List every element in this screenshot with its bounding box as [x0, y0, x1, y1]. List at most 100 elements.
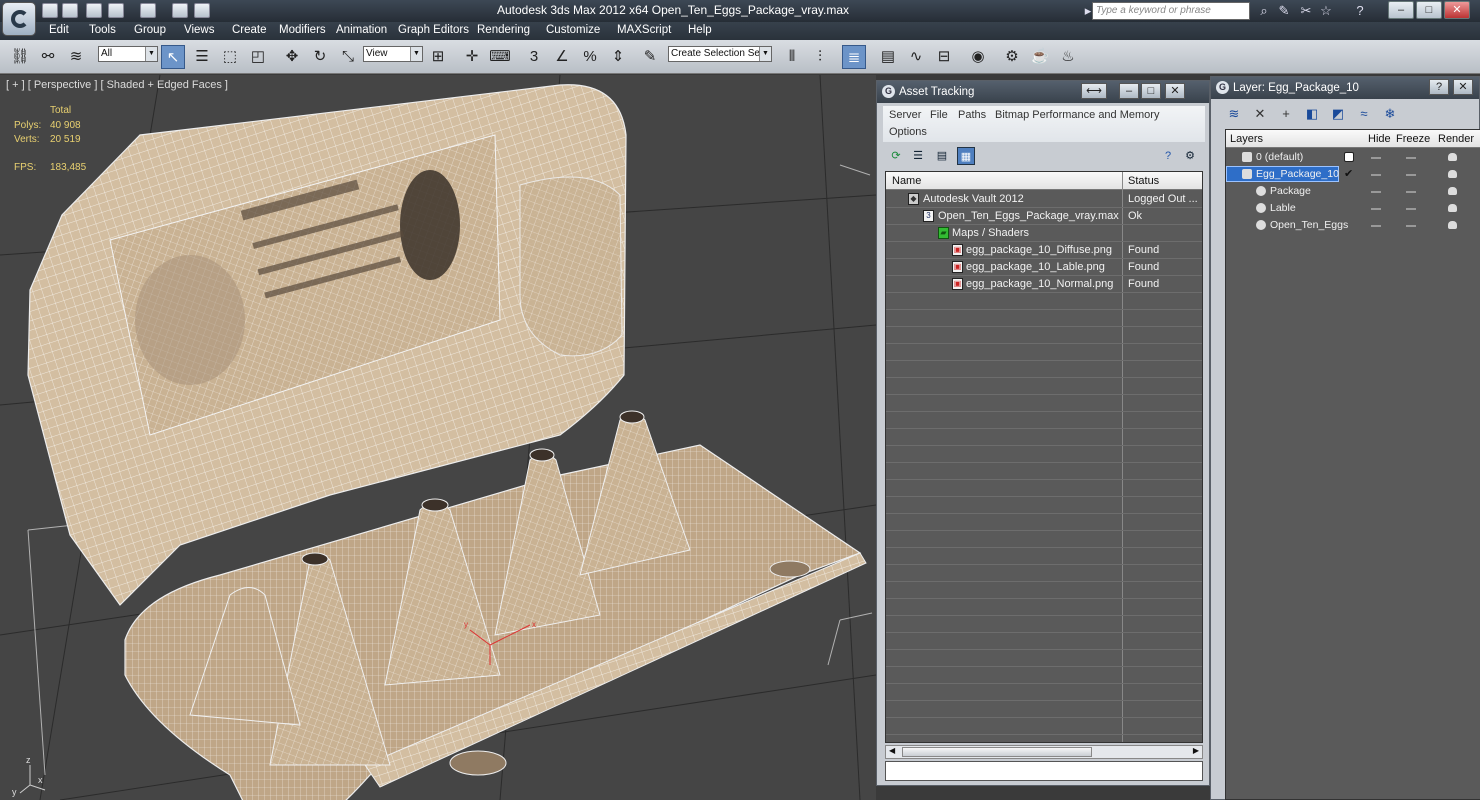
- table-row[interactable]: 3 Open_Ten_Eggs_Package_vray.max Ok: [886, 208, 1202, 225]
- unlink-icon[interactable]: ⚯: [36, 45, 60, 69]
- layer-row[interactable]: Lable: [1226, 200, 1480, 217]
- binoculars-icon[interactable]: ⌕: [1256, 3, 1272, 19]
- menu-group[interactable]: Group: [134, 24, 166, 36]
- percent-snap-icon[interactable]: %: [578, 45, 602, 69]
- hide-toggle[interactable]: [1371, 208, 1381, 210]
- menu-maxscript[interactable]: MAXScript: [617, 24, 671, 36]
- settings-icon[interactable]: ⚙: [1181, 147, 1199, 165]
- render-teapot-icon[interactable]: [1448, 170, 1457, 178]
- list-view-icon[interactable]: ☰: [909, 147, 927, 165]
- table-row[interactable]: ▣ egg_package_10_Lable.png Found: [886, 259, 1202, 276]
- table-row[interactable]: ▣ egg_package_10_Normal.png Found: [886, 276, 1202, 293]
- menu-customize[interactable]: Customize: [546, 24, 600, 36]
- horizontal-scrollbar[interactable]: ◀ ▶: [885, 745, 1203, 759]
- reference-coordinate-dropdown[interactable]: View ▼: [363, 46, 423, 62]
- close-button[interactable]: ✕: [1453, 79, 1473, 95]
- table-row[interactable]: ▰ Maps / Shaders: [886, 225, 1202, 242]
- hide-toggle[interactable]: [1371, 174, 1381, 176]
- material-editor-icon[interactable]: ◉: [966, 45, 990, 69]
- asset-tracking-titlebar[interactable]: G Asset Tracking ⟷ – □ ✕: [877, 81, 1209, 103]
- render-production-icon[interactable]: ♨: [1056, 45, 1080, 69]
- curve-editor-icon[interactable]: ∿: [904, 45, 928, 69]
- scrollbar-thumb[interactable]: [902, 747, 1092, 757]
- minimize-button[interactable]: –: [1119, 83, 1139, 99]
- favorites-star-icon[interactable]: ☆: [1318, 3, 1334, 19]
- edit-named-selection-icon[interactable]: ✎: [638, 45, 662, 69]
- layer-properties-icon[interactable]: ≋: [1225, 105, 1243, 123]
- snaps-toggle-icon[interactable]: 3: [522, 45, 546, 69]
- selection-filter-dropdown[interactable]: All ▼: [98, 46, 158, 62]
- communication-center-icon[interactable]: ✎: [1276, 3, 1292, 19]
- pivot-center-icon[interactable]: ⊞: [426, 45, 450, 69]
- column-hide-header[interactable]: Hide: [1368, 133, 1391, 145]
- search-input[interactable]: Type a keyword or phrase: [1092, 2, 1250, 20]
- select-and-scale-icon[interactable]: ⤡: [336, 45, 360, 69]
- schematic-view-icon[interactable]: ⊟: [932, 45, 956, 69]
- freeze-unfreeze-all-icon[interactable]: ❄: [1381, 105, 1399, 123]
- add-to-layer-icon[interactable]: +: [1277, 105, 1295, 123]
- render-teapot-icon[interactable]: [1448, 204, 1457, 212]
- freeze-toggle[interactable]: [1406, 157, 1416, 159]
- perspective-viewport[interactable]: y x x y z [ + ] [ Perspective ] [ Shaded…: [0, 75, 876, 800]
- menu-rendering[interactable]: Rendering: [477, 24, 530, 36]
- select-object-icon[interactable]: ↖: [161, 45, 185, 69]
- checkmark-icon[interactable]: ✔: [1344, 167, 1353, 180]
- graphite-ribbon-icon[interactable]: ▤: [876, 45, 900, 69]
- column-name-header[interactable]: Name: [892, 175, 921, 187]
- select-and-link-icon[interactable]: ⛓: [8, 45, 32, 69]
- freeze-toggle[interactable]: [1406, 191, 1416, 193]
- select-and-manipulate-icon[interactable]: ✛: [460, 45, 484, 69]
- spinner-snap-icon[interactable]: ⇕: [606, 45, 630, 69]
- table-view-icon[interactable]: ▦: [957, 147, 975, 165]
- window-crossing-icon[interactable]: ◰: [246, 45, 270, 69]
- select-and-rotate-icon[interactable]: ↻: [308, 45, 332, 69]
- workspace-dropdown-icon[interactable]: [194, 3, 210, 18]
- hide-toggle[interactable]: [1371, 191, 1381, 193]
- column-freeze-header[interactable]: Freeze: [1396, 133, 1430, 145]
- select-objects-in-layer-icon[interactable]: ◧: [1303, 105, 1321, 123]
- menu-animation[interactable]: Animation: [336, 24, 387, 36]
- delete-layer-icon[interactable]: ✕: [1251, 105, 1269, 123]
- menu-help[interactable]: Help: [688, 24, 712, 36]
- hide-toggle[interactable]: [1371, 157, 1381, 159]
- maximize-button[interactable]: □: [1141, 83, 1161, 99]
- menu-modifiers[interactable]: Modifiers: [279, 24, 326, 36]
- render-teapot-icon[interactable]: [1448, 153, 1457, 161]
- help-icon[interactable]: ?: [1159, 147, 1177, 165]
- minimize-button[interactable]: –: [1388, 1, 1414, 19]
- viewport-label[interactable]: [ + ] [ Perspective ] [ Shaded + Edged F…: [6, 79, 228, 91]
- column-status-header[interactable]: Status: [1128, 175, 1159, 187]
- help-icon[interactable]: ?: [1352, 3, 1368, 19]
- menu-tools[interactable]: Tools: [89, 24, 116, 36]
- scroll-left-icon[interactable]: ◀: [889, 746, 895, 755]
- scroll-right-icon[interactable]: ▶: [1193, 746, 1199, 755]
- maximize-button[interactable]: □: [1416, 1, 1442, 19]
- redo-icon[interactable]: [140, 3, 156, 18]
- select-and-move-icon[interactable]: ✥: [280, 45, 304, 69]
- menu-views[interactable]: Views: [184, 24, 214, 36]
- hide-toggle[interactable]: [1371, 225, 1381, 227]
- column-layers-header[interactable]: Layers: [1230, 133, 1263, 145]
- named-selection-dropdown[interactable]: Create Selection Se ▼: [668, 46, 772, 62]
- render-teapot-icon[interactable]: [1448, 187, 1457, 195]
- menu-options[interactable]: Options: [889, 126, 927, 138]
- layer-row[interactable]: Open_Ten_Eggs: [1226, 217, 1480, 234]
- new-file-icon[interactable]: [42, 3, 58, 18]
- rendered-frame-window-icon[interactable]: ☕: [1028, 45, 1052, 69]
- resize-arrows-icon[interactable]: ⟷: [1081, 83, 1107, 99]
- select-by-name-icon[interactable]: ☰: [190, 45, 214, 69]
- menu-bitmap-performance[interactable]: Bitmap Performance and Memory: [995, 109, 1159, 121]
- menu-graph-editors[interactable]: Graph Editors: [398, 24, 469, 36]
- menu-create[interactable]: Create: [232, 24, 267, 36]
- table-row[interactable]: ▣ egg_package_10_Diffuse.png Found: [886, 242, 1202, 259]
- menu-file[interactable]: File: [930, 109, 948, 121]
- render-teapot-icon[interactable]: [1448, 221, 1457, 229]
- layer-manager-titlebar[interactable]: G Layer: Egg_Package_10 ? ✕: [1211, 77, 1479, 99]
- save-icon[interactable]: [86, 3, 102, 18]
- render-setup-icon[interactable]: ⚙: [1000, 45, 1024, 69]
- refresh-icon[interactable]: ⟳: [887, 147, 905, 165]
- app-logo-icon[interactable]: [2, 2, 36, 36]
- layer-row[interactable]: Egg_Package_10 ✔: [1226, 166, 1480, 183]
- help-button[interactable]: ?: [1429, 79, 1449, 95]
- freeze-toggle[interactable]: [1406, 208, 1416, 210]
